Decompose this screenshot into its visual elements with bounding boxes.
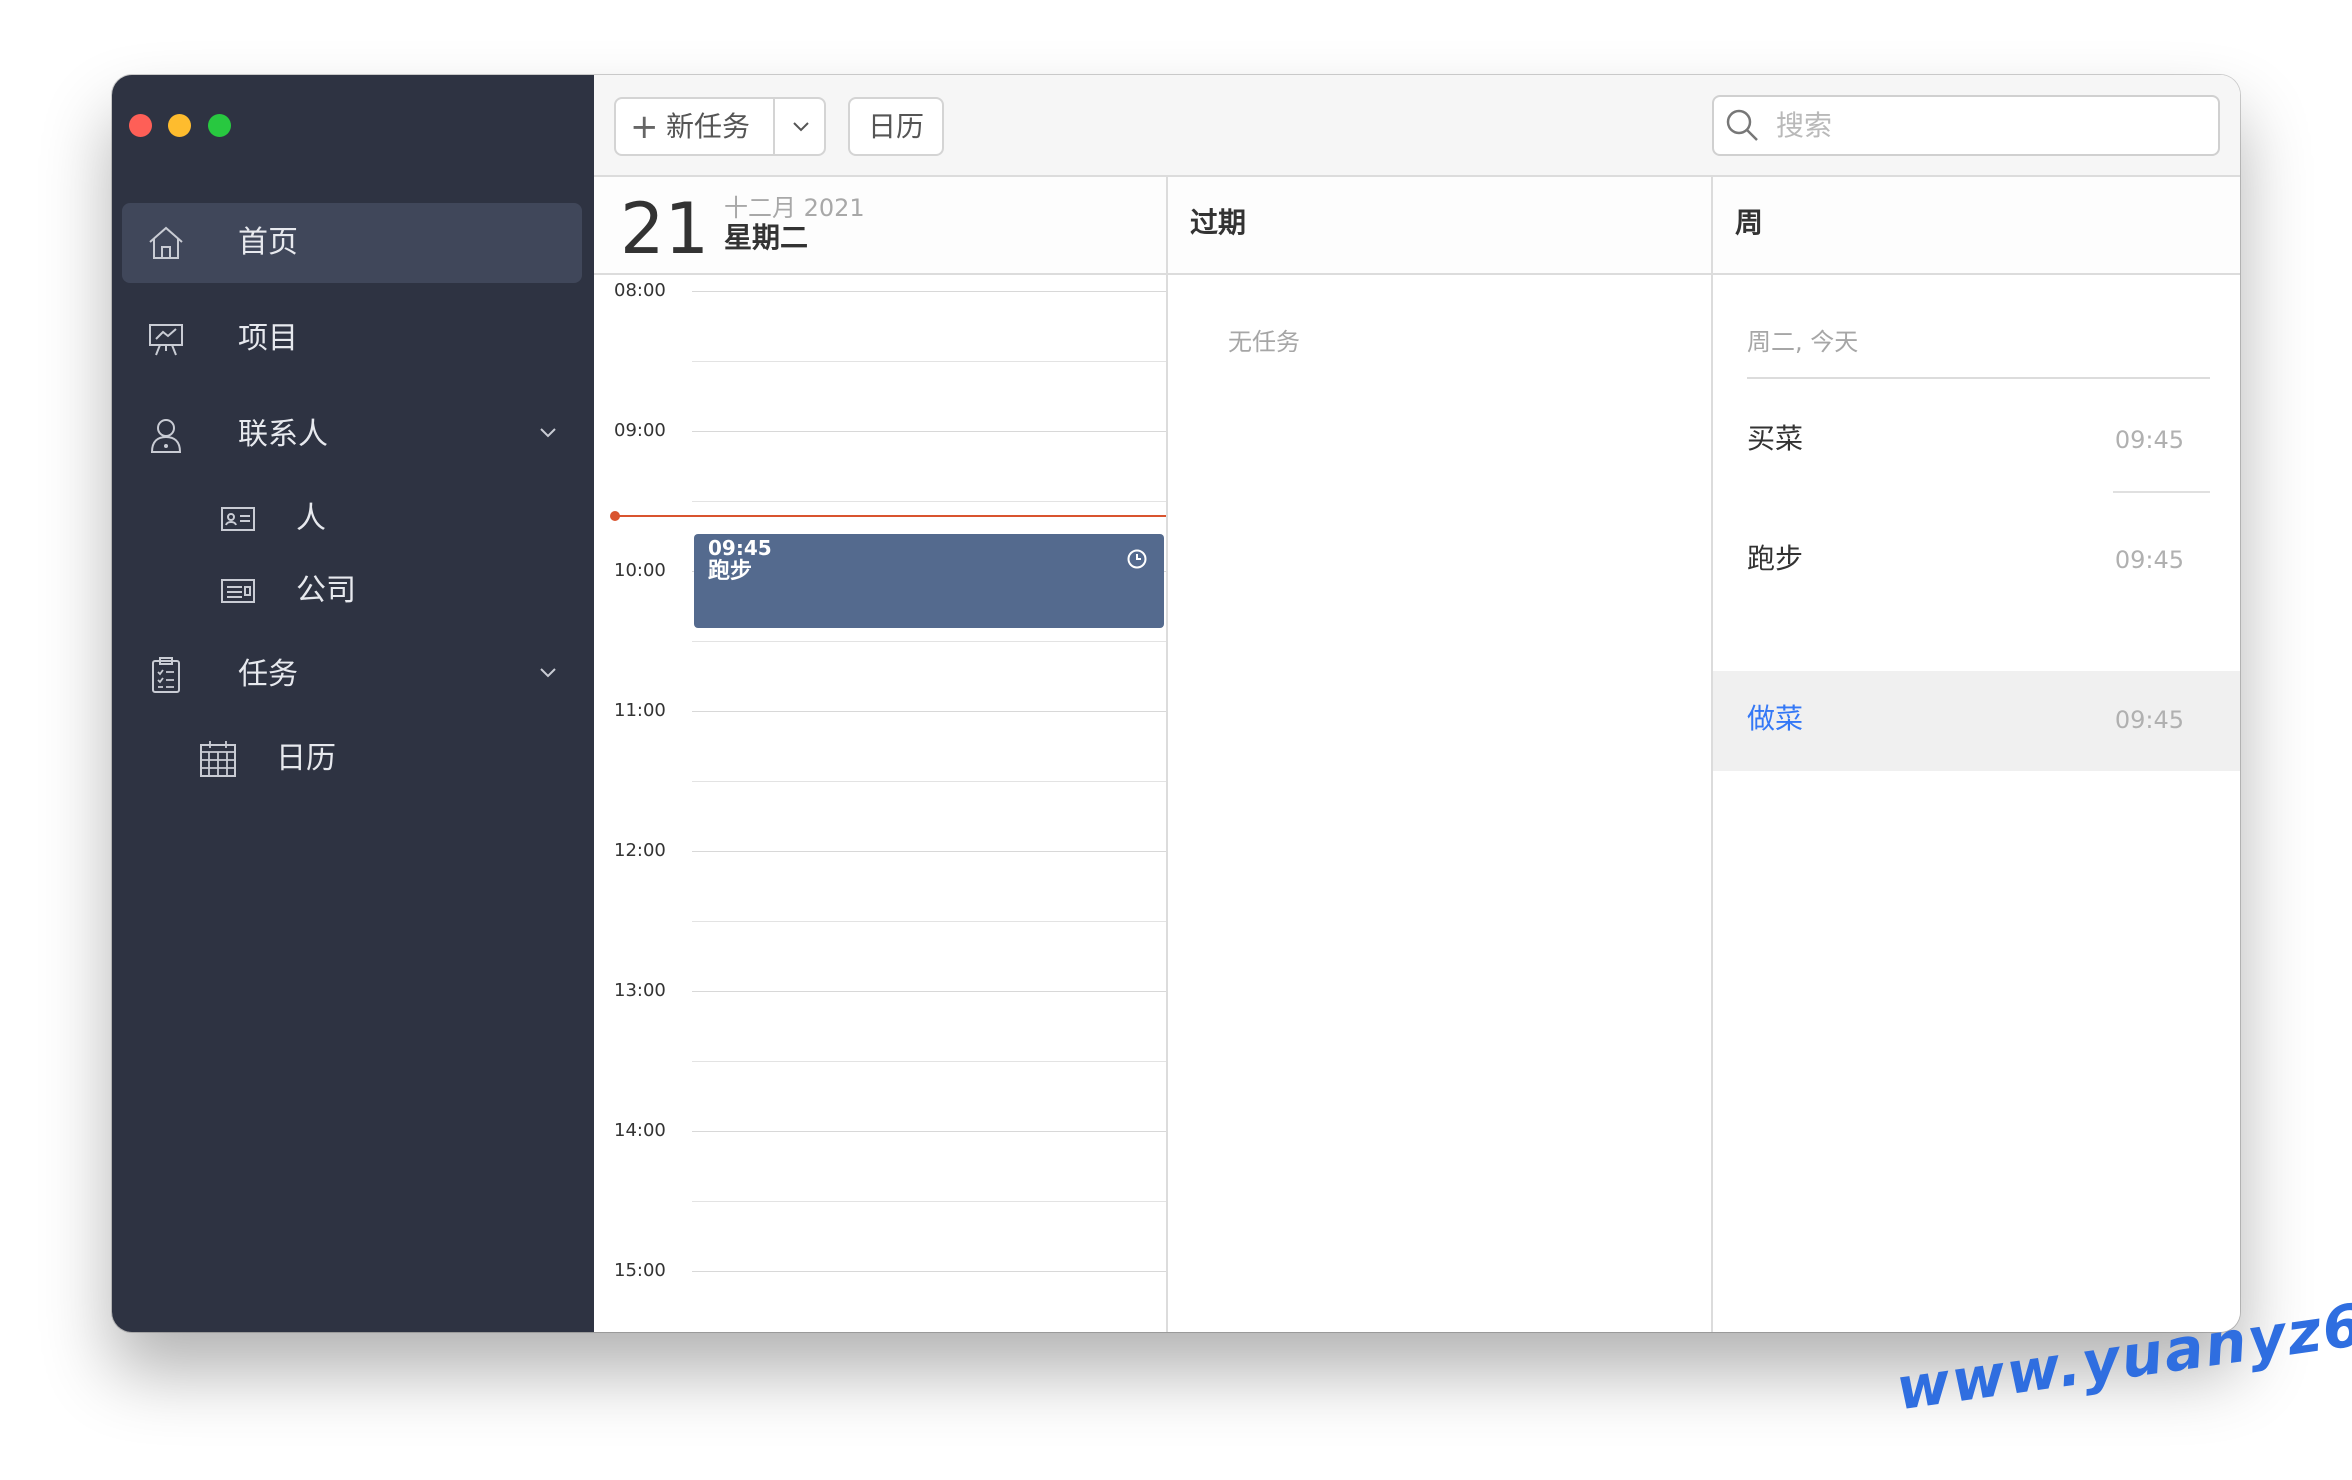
- event-time: 09:45: [708, 536, 772, 560]
- event-block[interactable]: 09:45 跑步: [694, 534, 1164, 628]
- task-name: 买菜: [1747, 422, 1804, 455]
- day-column: 21 十二月 2021 星期二 09:45 跑步 08:00 09:00 10:…: [594, 177, 1166, 1332]
- task-item-cooking[interactable]: 做菜 09:45: [1713, 671, 2240, 771]
- hour-label: 08:00: [614, 280, 666, 301]
- event-name: 跑步: [708, 559, 753, 584]
- hour-label: 12:00: [614, 840, 666, 861]
- sidebar-item-projects[interactable]: 项目: [122, 299, 582, 379]
- zoom-window-button[interactable]: [208, 114, 231, 137]
- calendar-button[interactable]: 日历: [848, 97, 944, 156]
- sidebar-item-companies[interactable]: 公司: [220, 561, 560, 621]
- overdue-title: 过期: [1190, 206, 1247, 239]
- sidebar-item-label: 任务: [238, 657, 298, 692]
- home-icon: [149, 226, 183, 259]
- half-hour-gridline: [692, 501, 1166, 502]
- plus-icon[interactable]: +: [630, 109, 659, 145]
- half-hour-gridline: [692, 781, 1166, 782]
- sidebar-item-people[interactable]: 人: [220, 489, 560, 549]
- task-time: 09:45: [2114, 706, 2184, 734]
- week-header: 周: [1713, 177, 2240, 275]
- day-number: 21: [620, 188, 710, 270]
- search-box: [1712, 95, 2220, 156]
- week-title: 周: [1735, 206, 1764, 239]
- half-hour-gridline: [692, 1061, 1166, 1062]
- button-separator: [773, 99, 775, 154]
- clipboard-icon: [152, 657, 180, 693]
- hour-label: 09:00: [614, 420, 666, 441]
- task-time: 09:45: [2114, 426, 2184, 454]
- day-header: 21 十二月 2021 星期二: [594, 177, 1166, 275]
- new-task-button-group: + 新任务: [614, 97, 826, 156]
- company-card-icon: [221, 579, 255, 603]
- sidebar-item-home[interactable]: 首页: [122, 203, 582, 283]
- toolbar: + 新任务 日历: [594, 75, 2240, 177]
- task-name: 跑步: [1747, 542, 1804, 575]
- sidebar-item-label: 项目: [238, 321, 298, 356]
- main-area: + 新任务 日历 搜索 21 十二月 2021 星期二 09:45 跑步 08:…: [594, 75, 2240, 1332]
- calendar-icon: [200, 741, 236, 777]
- task-item-groceries[interactable]: 买菜 09:45: [1713, 391, 2240, 491]
- clock-icon: [1127, 549, 1147, 569]
- overdue-header: 过期: [1168, 177, 1711, 275]
- hour-gridline: [692, 851, 1166, 852]
- sidebar-item-label: 日历: [276, 741, 336, 776]
- sidebar-item-label: 联系人: [238, 417, 328, 452]
- chevron-down-icon[interactable]: [790, 115, 812, 137]
- hour-gridline: [692, 291, 1166, 292]
- task-item-running[interactable]: 跑步 09:45: [1713, 511, 2240, 611]
- app-window: 首页 项目 联系人 人 公司 任务 日历 + 新任务 日历 搜索 21 十二月 …: [112, 75, 2240, 1332]
- sidebar-item-label: 首页: [238, 225, 298, 260]
- search-input[interactable]: [1776, 105, 2196, 145]
- current-time-line: [616, 515, 1166, 517]
- hour-label: 14:00: [614, 1120, 666, 1141]
- hour-label: 15:00: [614, 1260, 666, 1281]
- sidebar-item-label: 公司: [296, 573, 356, 608]
- subheader-divider: [1747, 377, 2210, 379]
- id-card-icon: [221, 507, 255, 531]
- sidebar: 首页 项目 联系人 人 公司 任务 日历: [112, 75, 594, 1332]
- hour-label: 11:00: [614, 700, 666, 721]
- week-day-subheader: 周二, 今天: [1747, 328, 1859, 356]
- hour-gridline: [692, 1131, 1166, 1132]
- current-time-dot: [610, 511, 620, 521]
- hour-label: 13:00: [614, 980, 666, 1001]
- new-task-button[interactable]: 新任务: [666, 109, 750, 145]
- hour-label: 10:00: [614, 560, 666, 581]
- half-hour-gridline: [692, 641, 1166, 642]
- week-column: 周 周二, 今天 买菜 09:45 跑步 09:45 做菜 09:45: [1711, 177, 2240, 1332]
- sidebar-item-calendar[interactable]: 日历: [198, 725, 558, 795]
- task-divider: [2113, 491, 2210, 493]
- task-name: 做菜: [1747, 702, 1804, 735]
- sidebar-item-tasks[interactable]: 任务: [122, 635, 582, 715]
- chevron-down-icon[interactable]: [538, 663, 558, 683]
- sidebar-item-label: 人: [296, 501, 326, 536]
- search-icon: [1726, 109, 1758, 141]
- overdue-column: 过期 无任务: [1166, 177, 1711, 1332]
- half-hour-gridline: [692, 1201, 1166, 1202]
- sidebar-item-contacts[interactable]: 联系人: [122, 395, 582, 475]
- hour-gridline: [692, 1271, 1166, 1272]
- task-time: 09:45: [2114, 546, 2184, 574]
- hour-gridline: [692, 991, 1166, 992]
- minimize-window-button[interactable]: [168, 114, 191, 137]
- hour-gridline: [692, 711, 1166, 712]
- hour-gridline: [692, 431, 1166, 432]
- contact-icon: [150, 419, 182, 453]
- presentation-icon: [149, 324, 183, 356]
- close-window-button[interactable]: [129, 114, 152, 137]
- calendar-button-label: 日历: [868, 110, 925, 143]
- chevron-down-icon[interactable]: [538, 423, 558, 443]
- half-hour-gridline: [692, 361, 1166, 362]
- month-year: 十二月 2021: [724, 194, 865, 222]
- empty-state-text: 无任务: [1228, 328, 1300, 356]
- timeline[interactable]: 09:45 跑步 08:00 09:00 10:00 11:00 12:00 13:00 1…: [594, 277, 1166, 1332]
- weekday: 星期二: [724, 221, 809, 254]
- page: 首页 项目 联系人 人 公司 任务 日历 + 新任务 日历 搜索 21 十二月 …: [0, 0, 2352, 1480]
- half-hour-gridline: [692, 921, 1166, 922]
